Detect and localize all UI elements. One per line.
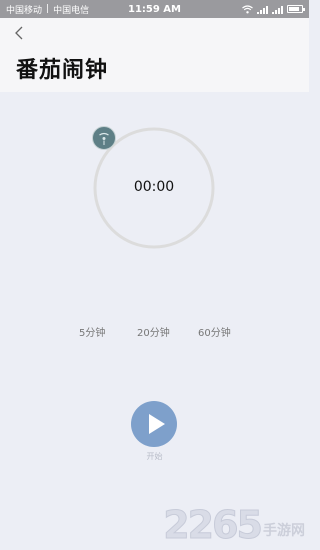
page-title: 番茄闹钟 <box>16 58 109 83</box>
time-display: 00:00 <box>133 179 175 195</box>
preset-options: 5分钟 20分钟 60分钟 <box>0 324 309 340</box>
battery-icon <box>287 5 305 13</box>
status-icons <box>242 4 305 14</box>
dial-knob-icon[interactable] <box>92 126 116 150</box>
watermark-logo: 2265 手游网 <box>163 503 305 547</box>
back-arrow-icon[interactable] <box>13 26 27 40</box>
preset-20-min[interactable]: 20分钟 <box>137 324 170 339</box>
signal-icon-2 <box>272 5 283 14</box>
timer-dial[interactable]: 00:00 <box>92 126 216 250</box>
signal-icon <box>257 5 268 14</box>
wifi-icon <box>242 4 253 13</box>
watermark-text: 手游网 <box>263 523 305 539</box>
status-bar: 中国移动 | 中国电信 11:59 AM <box>0 0 309 18</box>
start-button[interactable] <box>131 401 177 447</box>
start-label: 开始 <box>146 452 163 461</box>
header: 番茄闹钟 <box>0 18 309 92</box>
preset-5-min[interactable]: 5分钟 <box>79 324 105 339</box>
preset-60-min[interactable]: 60分钟 <box>198 324 231 339</box>
watermark-number: 2265 <box>163 503 264 547</box>
play-icon <box>149 414 165 434</box>
